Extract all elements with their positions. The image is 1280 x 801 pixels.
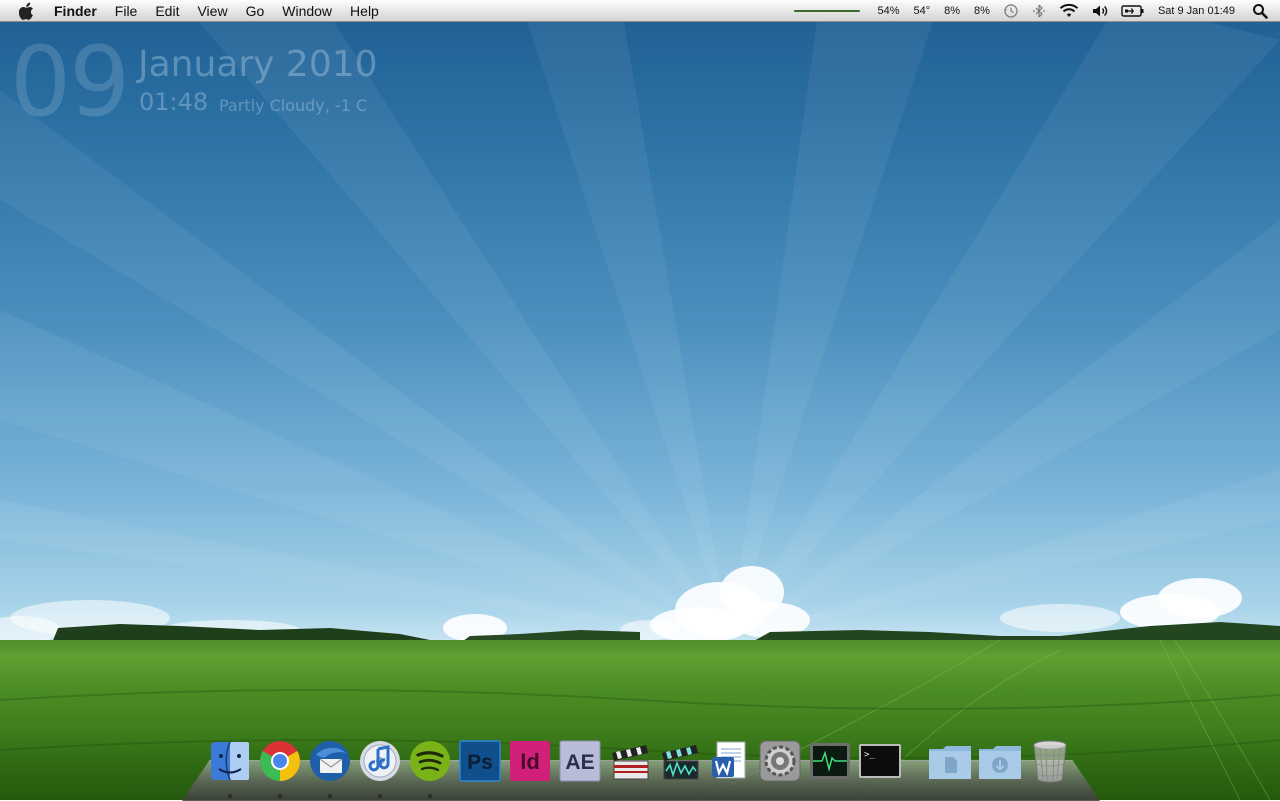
battery-meter-bar[interactable] (794, 10, 861, 12)
dock-item-word[interactable] (705, 736, 755, 786)
downloads-folder-icon (979, 746, 1021, 779)
menu-go[interactable]: Go (237, 0, 274, 22)
widget-weather: Partly Cloudy, -1 C (219, 96, 368, 115)
final-cut-icon (612, 745, 649, 780)
dock-item-photoshop[interactable]: Ps (455, 736, 505, 786)
menu-view[interactable]: View (188, 0, 236, 22)
dock-item-motion[interactable] (655, 736, 705, 786)
widget-month-year: January 2010 (138, 44, 378, 85)
svg-text:AE: AE (565, 751, 594, 774)
menu-edit[interactable]: Edit (146, 0, 188, 22)
battery-percent[interactable]: 54% (877, 5, 899, 17)
dock-item-final-cut[interactable] (605, 736, 655, 786)
svg-text:>_: >_ (864, 750, 875, 760)
menu-bar: Finder File Edit View Go Window Help 54%… (0, 0, 1280, 22)
menu-clock[interactable]: Sat 9 Jan 01:49 (1158, 5, 1235, 17)
word-icon (712, 741, 746, 779)
running-indicator (278, 794, 282, 798)
motion-icon (662, 745, 699, 780)
chrome-icon (260, 741, 300, 781)
svg-text:Ps: Ps (467, 751, 493, 774)
spotify-icon (410, 741, 450, 781)
apple-menu-icon[interactable] (19, 2, 35, 20)
dock-item-terminal[interactable]: >_ (855, 736, 905, 786)
documents-folder-icon (929, 746, 971, 779)
dock-item-trash[interactable] (1025, 736, 1075, 786)
dock-item-itunes[interactable] (355, 736, 405, 798)
bluetooth-icon[interactable] (1031, 3, 1047, 19)
running-indicator (228, 794, 232, 798)
trash-icon (1033, 740, 1067, 783)
dock-item-system-preferences[interactable] (755, 736, 805, 786)
dock-item-spotify[interactable] (405, 736, 455, 798)
menu-window[interactable]: Window (273, 0, 341, 22)
terminal-icon: >_ (859, 744, 901, 778)
dock-item-after-effects[interactable]: AE (555, 736, 605, 786)
running-indicator (378, 794, 382, 798)
status-menus: 54% 54° 8% 8% Sat 9 Jan 01:49 (794, 0, 1280, 22)
dock-separator (905, 736, 925, 786)
dock-item-documents-folder[interactable] (925, 736, 975, 786)
menu-finder[interactable]: Finder (54, 0, 106, 22)
svg-text:Id: Id (520, 749, 540, 774)
dock: Ps Id AE >_ (205, 736, 1075, 798)
menu-help[interactable]: Help (341, 0, 388, 22)
dock-item-chrome[interactable] (255, 736, 305, 798)
battery-icon[interactable] (1121, 4, 1145, 18)
wifi-icon[interactable] (1059, 3, 1079, 19)
dock-item-indesign[interactable]: Id (505, 736, 555, 786)
after-effects-icon: AE (559, 740, 601, 782)
time-machine-icon[interactable] (1003, 3, 1019, 19)
cpu-usage-2[interactable]: 8% (974, 5, 990, 17)
running-indicator (428, 794, 432, 798)
dock-item-finder[interactable] (205, 736, 255, 798)
menu-file[interactable]: File (106, 0, 147, 22)
photoshop-icon: Ps (459, 740, 501, 782)
desktop-wallpaper (0, 0, 1280, 800)
finder-icon (211, 741, 249, 781)
widget-day: 09 (10, 26, 130, 138)
volume-icon[interactable] (1091, 3, 1109, 19)
widget-time: 01:48 (139, 88, 209, 116)
itunes-icon (360, 741, 400, 781)
temperature-readout[interactable]: 54° (913, 5, 930, 17)
cpu-usage-1[interactable]: 8% (944, 5, 960, 17)
thunderbird-icon (310, 741, 350, 781)
dock-item-downloads-folder[interactable] (975, 736, 1025, 786)
dock-item-thunderbird[interactable] (305, 736, 355, 798)
activity-monitor-icon (810, 743, 850, 779)
dock-item-activity-monitor[interactable] (805, 736, 855, 786)
system-preferences-icon (759, 740, 801, 782)
running-indicator (328, 794, 332, 798)
spotlight-search-icon[interactable] (1252, 3, 1268, 19)
indesign-icon: Id (510, 741, 550, 781)
